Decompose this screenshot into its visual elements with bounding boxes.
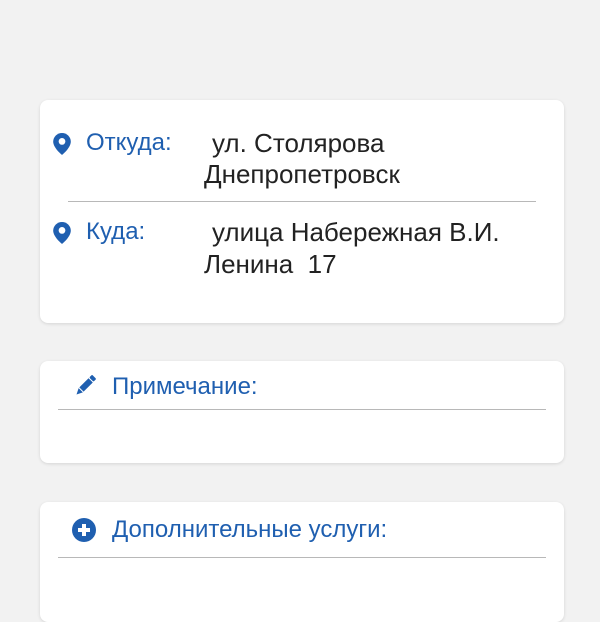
to-address-line2[interactable]: Ленина 17 [204,248,337,280]
services-title[interactable]: Дополнительные услуги: [112,516,387,544]
location-pin-icon [53,222,71,244]
note-card[interactable]: Примечание: [40,361,564,463]
note-divider [58,409,546,410]
pencil-icon [76,375,96,395]
note-title: Примечание: [112,373,258,400]
from-address-line1[interactable]: ул. Столярова [212,127,384,159]
services-card[interactable]: Дополнительные услуги: [40,502,564,622]
route-divider [68,201,536,202]
route-card: Откуда: ул. Столярова Днепропетровск Куд… [40,100,564,323]
location-pin-icon [53,133,71,155]
from-label: Откуда: [86,129,172,156]
services-divider [58,557,546,558]
plus-circle-icon [72,518,96,542]
from-address-line2[interactable]: Днепропетровск [204,158,400,190]
to-label: Куда: [86,218,146,245]
to-address-line1[interactable]: улица Набережная В.И. [212,216,500,248]
